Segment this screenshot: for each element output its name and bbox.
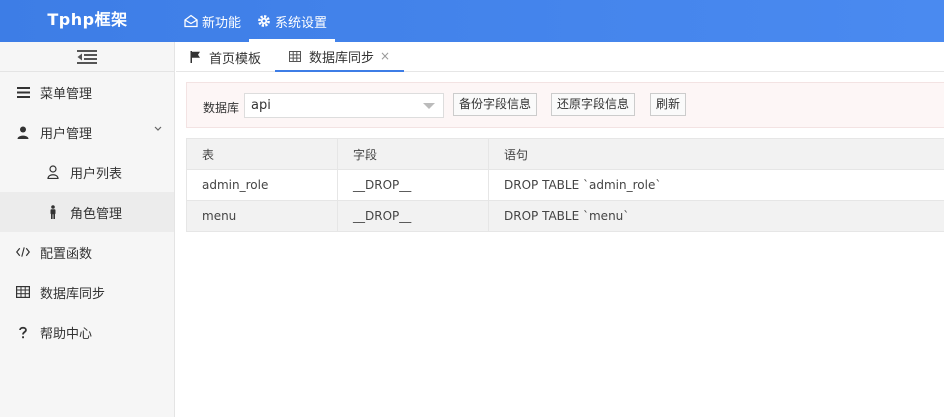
flag-icon (190, 51, 200, 63)
main-content: 数据库 api 备份字段信息 还原字段信息 刷新 表 字段 语句 admin_r… (176, 72, 944, 417)
tab-label: 数据库同步 (309, 50, 375, 66)
user-outline-icon (46, 165, 60, 179)
mail-open-icon (184, 14, 198, 28)
cell-field: __DROP__ (337, 200, 489, 232)
column-header-statement[interactable]: 语句 (488, 138, 944, 170)
question-icon (16, 325, 30, 339)
table-icon (16, 285, 30, 299)
nav-new-features[interactable]: 新功能 (176, 0, 249, 42)
nav-label: 新功能 (202, 15, 242, 31)
menu-lines-icon (16, 85, 30, 99)
refresh-button[interactable]: 刷新 (650, 93, 687, 116)
tab-close-icon[interactable]: × (380, 49, 390, 63)
sidebar-item-user-list[interactable]: 用户列表 (0, 152, 174, 192)
table-row[interactable]: menu __DROP__ DROP TABLE `menu` (186, 200, 944, 232)
sidebar-item-label: 配置函数 (40, 246, 93, 262)
nav-label: 系统设置 (275, 15, 328, 31)
sidebar-item-role-management[interactable]: 角色管理 (0, 192, 174, 232)
table-row[interactable]: admin_role __DROP__ DROP TABLE `admin_ro… (186, 169, 944, 201)
sync-toolbar: 数据库 api 备份字段信息 还原字段信息 刷新 (186, 82, 944, 128)
sidebar-item-label: 角色管理 (70, 206, 123, 222)
cell-table: menu (186, 200, 338, 232)
column-header-table[interactable]: 表 (186, 138, 338, 170)
sidebar-item-config-functions[interactable]: 配置函数 (0, 232, 174, 272)
sidebar-item-label: 菜单管理 (40, 86, 93, 102)
sidebar-item-db-sync[interactable]: 数据库同步 (0, 272, 174, 312)
cell-statement: DROP TABLE `menu` (488, 200, 944, 232)
sidebar: 菜单管理 用户管理 用户列表 角色管理 配置函数 数据库同步 帮助中心 (0, 42, 175, 417)
sync-table: 表 字段 语句 admin_role __DROP__ DROP TABLE `… (186, 138, 944, 232)
table-header-row: 表 字段 语句 (186, 138, 944, 170)
cell-field: __DROP__ (337, 169, 489, 201)
top-nav: 新功能 系统设置 (176, 0, 336, 42)
table-icon (289, 50, 302, 62)
sidebar-item-label: 用户列表 (70, 166, 123, 182)
sidebar-item-label: 帮助中心 (40, 326, 93, 342)
user-icon (16, 125, 30, 139)
gear-icon (258, 15, 270, 27)
database-label: 数据库 (203, 101, 240, 115)
sidebar-item-help-center[interactable]: 帮助中心 (0, 312, 174, 352)
database-select[interactable]: api (244, 93, 444, 118)
sidebar-toggle[interactable] (0, 42, 174, 72)
sidebar-item-label: 用户管理 (40, 126, 93, 142)
code-icon (16, 245, 30, 259)
tab-home-template[interactable]: 首页模板 (176, 42, 275, 72)
nav-system-settings[interactable]: 系统设置 (249, 0, 336, 42)
tab-db-sync[interactable]: 数据库同步 × (275, 42, 405, 72)
tab-label: 首页模板 (209, 51, 262, 67)
cell-table: admin_role (186, 169, 338, 201)
restore-fields-button[interactable]: 还原字段信息 (551, 93, 636, 116)
tab-bar: 首页模板 数据库同步 × (176, 42, 944, 72)
caret-down-icon (423, 103, 435, 109)
backup-fields-button[interactable]: 备份字段信息 (453, 93, 538, 116)
top-bar: Tphp框架 新功能 系统设置 (0, 0, 944, 42)
sidebar-item-label: 数据库同步 (40, 286, 106, 302)
indent-toggle-icon (77, 49, 97, 64)
database-select-value: api (251, 98, 271, 113)
person-standing-icon (46, 205, 60, 219)
cell-statement: DROP TABLE `admin_role` (488, 169, 944, 201)
brand-title[interactable]: Tphp框架 (0, 0, 175, 42)
sidebar-item-user-management[interactable]: 用户管理 (0, 112, 174, 152)
sidebar-item-menu-management[interactable]: 菜单管理 (0, 72, 174, 112)
chevron-down-icon (154, 126, 162, 131)
column-header-field[interactable]: 字段 (337, 138, 489, 170)
